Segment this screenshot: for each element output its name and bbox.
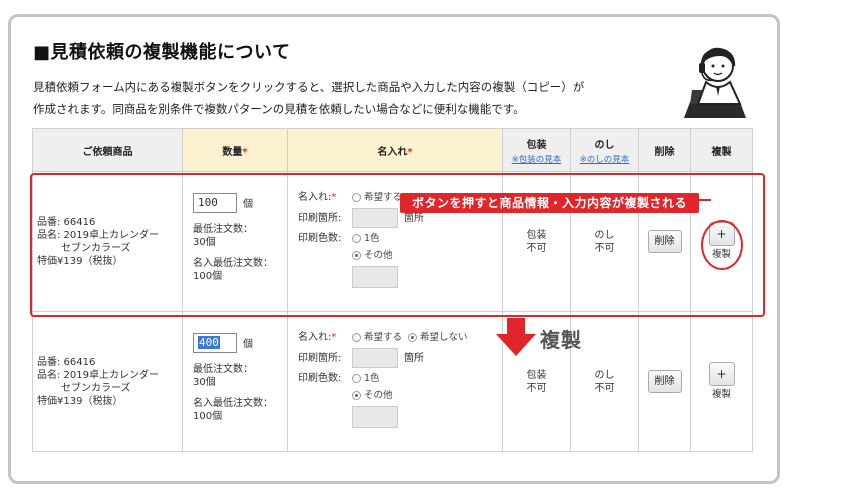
delete-button[interactable]: 削除 (647, 370, 682, 393)
copy-cell: + 複製 (690, 171, 753, 312)
description-line-2: 作成されます。同商品を別条件で複数パターンの見積を依頼したい場合などに便利な機能… (33, 102, 525, 116)
header-delete: 削除 (638, 128, 691, 172)
copy-arrow-label: 複製 (540, 328, 582, 352)
delete-cell: 削除 (638, 311, 691, 452)
description-line-1: 見積依頼フォーム内にある複製ボタンをクリックすると、選択した商品や入力した内容の… (33, 80, 585, 94)
quantity-cell: 100 個 最低注文数： 30個 名入最低注文数： 100個 (182, 171, 288, 312)
copy-cell: + 複製 (690, 311, 753, 452)
headset-operator-icon (684, 47, 746, 118)
arrow-down-icon (496, 318, 536, 356)
quantity-input[interactable]: 100 (193, 192, 237, 213)
header-quantity: 数量* (182, 128, 288, 172)
header-noshi: のし ※のしの見本 (570, 128, 639, 172)
header-copy: 複製 (690, 128, 753, 172)
table-row: 品番: 66416 品名: 2019卓上カレンダー セブンカラーズ 特価¥139… (32, 311, 753, 452)
print-color-other-input[interactable] (352, 406, 398, 428)
product-cell: 品番: 66416 品名: 2019卓上カレンダー セブンカラーズ 特価¥139… (32, 311, 183, 452)
noshi-sample-link[interactable]: ※のしの見本 (571, 153, 638, 165)
print-color-one-radio[interactable]: 1色 (352, 372, 380, 385)
name-print-want-radio[interactable]: 希望する (352, 191, 402, 204)
header-product: ご依頼商品 (32, 128, 183, 172)
quote-request-table: ご依頼商品 数量* 名入れ* 包装 ※包装の見本 のし ※のしの見本 削除 複製 品… (32, 128, 753, 452)
page-title: ■見積依頼の複製機能について (33, 42, 291, 63)
header-wrapping: 包装 ※包装の見本 (502, 128, 571, 172)
name-print-not-want-radio[interactable]: 希望しない (408, 331, 468, 344)
delete-button[interactable]: 削除 (647, 230, 682, 253)
print-place-input[interactable] (352, 208, 398, 228)
print-color-other-radio[interactable]: その他 (352, 249, 393, 262)
quantity-input[interactable]: 400 (193, 332, 237, 353)
copy-button[interactable]: + (708, 222, 735, 246)
description: 見積依頼フォーム内にある複製ボタンをクリックすると、選択した商品や入力した内容の… (33, 76, 673, 120)
header-name-print: 名入れ* (287, 128, 503, 172)
callout-banner: ボタンを押すと商品情報・入力内容が複製される (400, 193, 712, 213)
copy-button[interactable]: + (708, 362, 735, 386)
name-print-cell: 名入れ:* 希望する 希望しない 印刷箇所: 箇所 印刷色数: 1色 その他 (287, 311, 503, 452)
name-print-want-radio[interactable]: 希望する (352, 331, 402, 344)
print-color-other-input[interactable] (352, 266, 398, 288)
wrapping-sample-link[interactable]: ※包装の見本 (503, 153, 570, 165)
print-color-other-radio[interactable]: その他 (352, 389, 393, 402)
quantity-cell: 400 個 最低注文数： 30個 名入最低注文数： 100個 (182, 311, 288, 452)
product-cell: 品番: 66416 品名: 2019卓上カレンダー セブンカラーズ 特価¥139… (32, 171, 183, 312)
print-color-one-radio[interactable]: 1色 (352, 232, 380, 245)
print-place-input[interactable] (352, 348, 398, 368)
